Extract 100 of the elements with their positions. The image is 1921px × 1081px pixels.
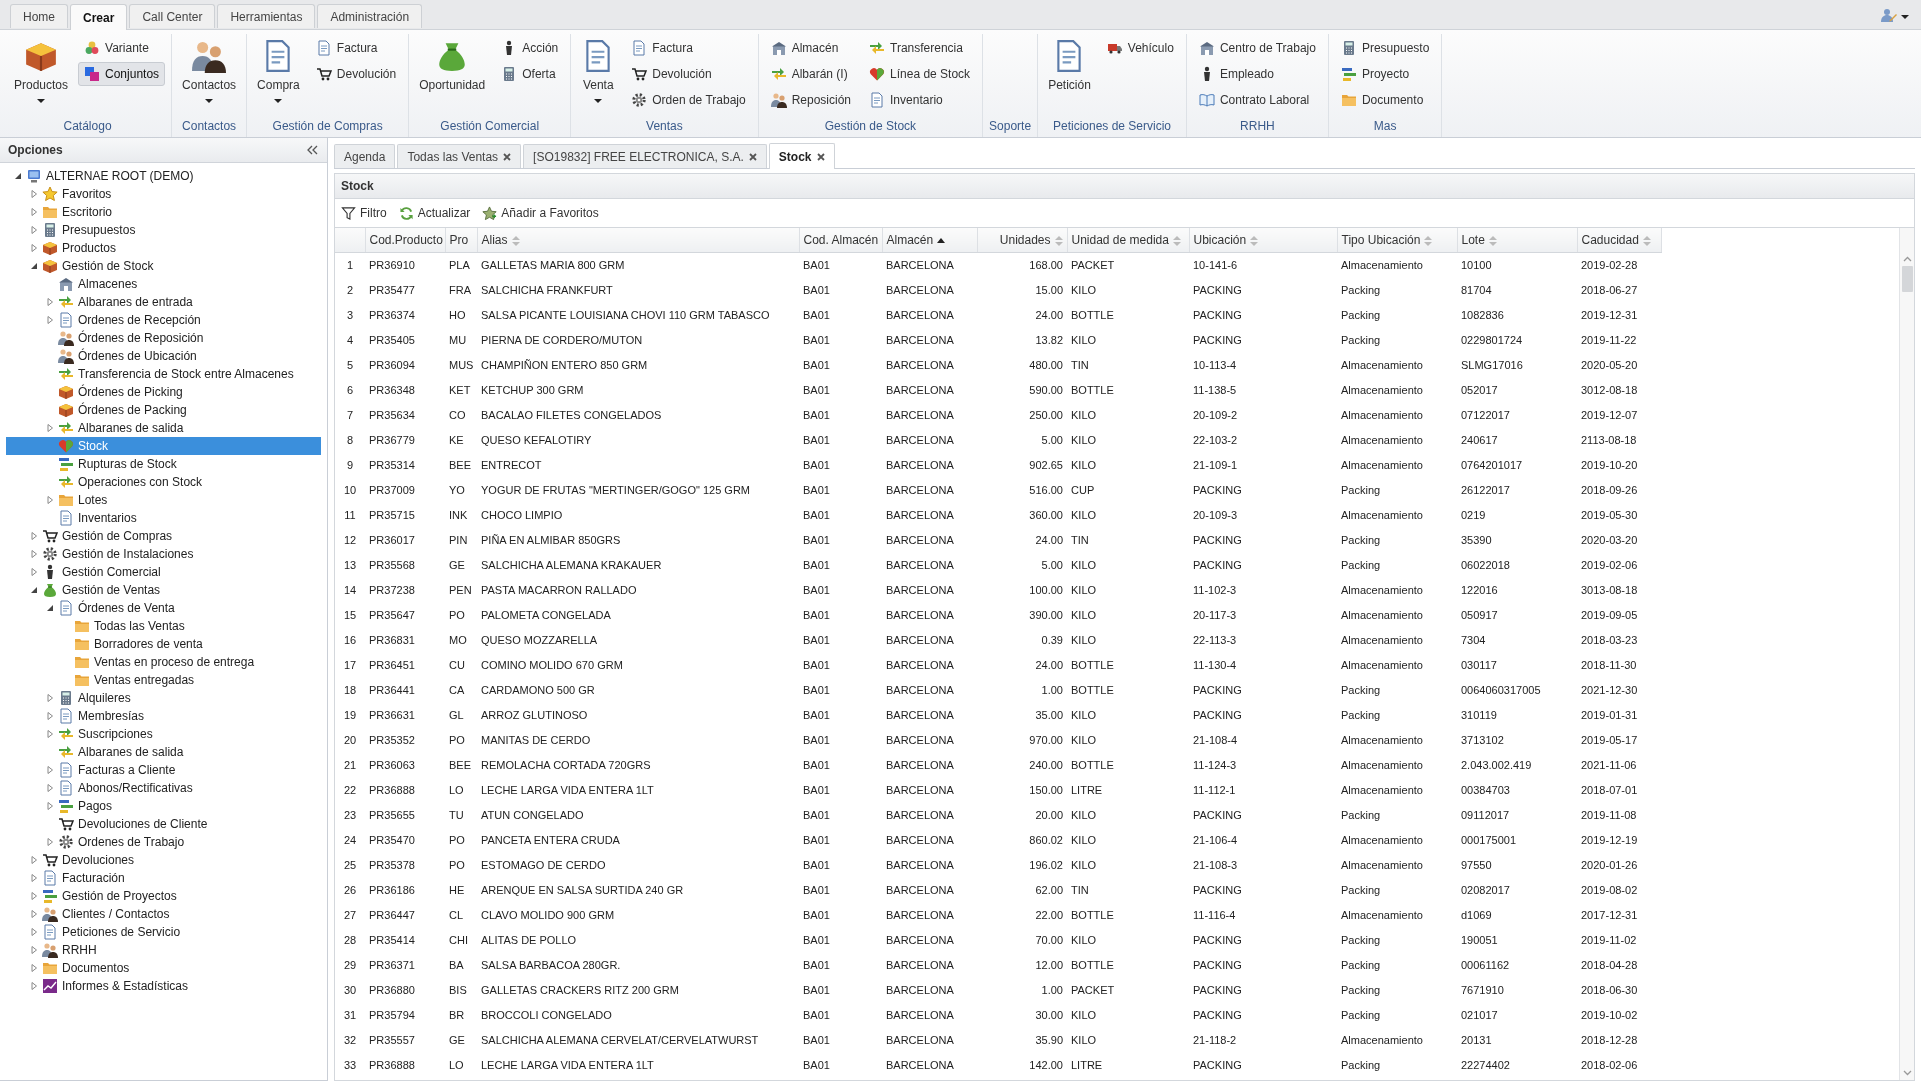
tree-item[interactable]: Lotes xyxy=(6,491,321,509)
close-icon[interactable] xyxy=(503,152,512,161)
tree-item[interactable]: Gestión de Compras xyxy=(6,527,321,545)
tree-item[interactable]: Órdenes de Venta xyxy=(6,599,321,617)
collapse-arrow-icon[interactable] xyxy=(30,262,38,270)
tree-item[interactable]: Órdenes de Picking xyxy=(6,383,321,401)
tree-item[interactable]: Inventarios xyxy=(6,509,321,527)
expand-arrow-icon[interactable] xyxy=(30,910,38,918)
tree-item[interactable]: Productos xyxy=(6,239,321,257)
expand-arrow-icon[interactable] xyxy=(30,244,38,252)
expand-arrow-icon[interactable] xyxy=(46,694,54,702)
tree-item[interactable]: Suscripciones xyxy=(6,725,321,743)
ribbon-button[interactable]: Centro de Trabajo xyxy=(1192,36,1322,60)
scroll-down-icon[interactable] xyxy=(1902,1069,1912,1076)
tree-item[interactable]: Rupturas de Stock xyxy=(6,455,321,473)
column-header[interactable]: Tipo Ubicación xyxy=(1337,228,1457,252)
expand-arrow-icon[interactable] xyxy=(46,802,54,810)
column-header[interactable]: Lote xyxy=(1457,228,1577,252)
ribbon-tab[interactable]: Herramientas xyxy=(217,4,316,28)
expand-arrow-icon[interactable] xyxy=(30,874,38,882)
tree-item[interactable]: Clientes / Contactos xyxy=(6,905,321,923)
tree-item[interactable]: Membresías xyxy=(6,707,321,725)
expand-arrow-icon[interactable] xyxy=(30,550,38,558)
tree-item[interactable]: Gestión de Instalaciones xyxy=(6,545,321,563)
ribbon-button[interactable]: Transferencia xyxy=(863,36,977,60)
ribbon-button[interactable]: Empleado xyxy=(1192,62,1322,86)
ribbon-button[interactable]: Orden de Trabajo xyxy=(625,88,752,112)
collapse-arrow-icon[interactable] xyxy=(14,172,22,180)
ribbon-button[interactable]: Presupuesto xyxy=(1334,36,1436,60)
ribbon-button[interactable]: Oportunidad xyxy=(415,36,490,95)
expand-arrow-icon[interactable] xyxy=(30,928,38,936)
ribbon-button[interactable]: Venta xyxy=(577,36,620,106)
column-header[interactable]: Cod. Almacén xyxy=(799,228,882,252)
ribbon-button[interactable]: Reposición xyxy=(764,88,858,112)
ribbon-button[interactable]: Vehículo xyxy=(1100,36,1180,60)
expand-arrow-icon[interactable] xyxy=(46,838,54,846)
expand-arrow-icon[interactable] xyxy=(30,892,38,900)
expand-arrow-icon[interactable] xyxy=(30,982,38,990)
expand-arrow-icon[interactable] xyxy=(30,856,38,864)
ribbon-button[interactable]: Contactos xyxy=(178,36,241,106)
expand-arrow-icon[interactable] xyxy=(46,784,54,792)
ribbon-button[interactable]: Compra xyxy=(253,36,304,106)
ribbon-button[interactable]: Oferta xyxy=(495,62,565,86)
expand-arrow-icon[interactable] xyxy=(30,208,38,216)
ribbon-button[interactable]: Devolución xyxy=(625,62,752,86)
ribbon-tab[interactable]: Home xyxy=(10,4,68,28)
column-header[interactable]: Pro xyxy=(445,228,477,252)
tree-item[interactable]: Presupuestos xyxy=(6,221,321,239)
tree-item[interactable]: Operaciones con Stock xyxy=(6,473,321,491)
tree-item[interactable]: Albaranes de entrada xyxy=(6,293,321,311)
expand-arrow-icon[interactable] xyxy=(46,766,54,774)
ribbon-button[interactable]: Proyecto xyxy=(1334,62,1436,86)
tree-item[interactable]: Peticiones de Servicio xyxy=(6,923,321,941)
tree-item[interactable]: Transferencia de Stock entre Almacenes xyxy=(6,365,321,383)
tree-item[interactable]: Alquileres xyxy=(6,689,321,707)
tree-item[interactable]: Gestión de Proyectos xyxy=(6,887,321,905)
expand-arrow-icon[interactable] xyxy=(30,946,38,954)
column-header[interactable]: Caducidad xyxy=(1577,228,1661,252)
column-header[interactable]: Cod.Producto xyxy=(365,228,445,252)
ribbon-button[interactable]: Factura xyxy=(625,36,752,60)
ribbon-button[interactable]: Acción xyxy=(495,36,565,60)
column-header[interactable]: Alias xyxy=(477,228,799,252)
ribbon-tab[interactable]: Administración xyxy=(317,4,423,28)
column-header[interactable]: Almacén xyxy=(882,228,977,252)
ribbon-button[interactable]: Conjuntos xyxy=(78,62,166,86)
collapse-icon[interactable] xyxy=(306,145,319,155)
tree-item[interactable]: Favoritos xyxy=(6,185,321,203)
tree-item[interactable]: Ventas entregadas xyxy=(6,671,321,689)
ribbon-button[interactable]: Petición xyxy=(1044,36,1095,95)
tree-item[interactable]: Documentos xyxy=(6,959,321,977)
tree-item[interactable]: Abonos/Rectificativas xyxy=(6,779,321,797)
tree-item[interactable]: Pagos xyxy=(6,797,321,815)
column-header[interactable]: Unidades xyxy=(977,228,1067,252)
tree-item[interactable]: Informes & Estadísticas xyxy=(6,977,321,995)
ribbon-tab[interactable]: Call Center xyxy=(129,4,216,28)
close-icon[interactable] xyxy=(748,152,757,161)
tree-item[interactable]: Gestión Comercial xyxy=(6,563,321,581)
ribbon-button[interactable]: Productos xyxy=(10,36,73,106)
column-header[interactable]: Ubicación xyxy=(1189,228,1337,252)
scrollbar[interactable] xyxy=(1899,228,1914,1080)
collapse-arrow-icon[interactable] xyxy=(30,586,38,594)
ribbon-button[interactable]: Factura xyxy=(309,36,403,60)
ribbon-button[interactable]: Contrato Laboral xyxy=(1192,88,1322,112)
toolbar-button[interactable]: Añadir a Favoritos xyxy=(482,205,599,221)
tree-item[interactable]: Facturación xyxy=(6,869,321,887)
ribbon-button[interactable]: Línea de Stock xyxy=(863,62,977,86)
expand-arrow-icon[interactable] xyxy=(30,532,38,540)
document-tab[interactable]: Stock xyxy=(768,143,835,169)
tree-item[interactable]: Almacenes xyxy=(6,275,321,293)
ribbon-button[interactable]: Almacén xyxy=(764,36,858,60)
column-header[interactable]: Unidad de medida xyxy=(1067,228,1189,252)
ribbon-tab[interactable]: Crear xyxy=(70,4,128,30)
scrollbar-thumb[interactable] xyxy=(1901,266,1913,292)
ribbon-button[interactable]: Albarán (I) xyxy=(764,62,858,86)
expand-arrow-icon[interactable] xyxy=(46,730,54,738)
tree-item[interactable]: Gestión de Stock xyxy=(6,257,321,275)
tree-item[interactable]: Albaranes de salida xyxy=(6,419,321,437)
tree-item[interactable]: Devoluciones xyxy=(6,851,321,869)
expand-arrow-icon[interactable] xyxy=(30,568,38,576)
scroll-up-icon[interactable] xyxy=(1902,256,1912,263)
